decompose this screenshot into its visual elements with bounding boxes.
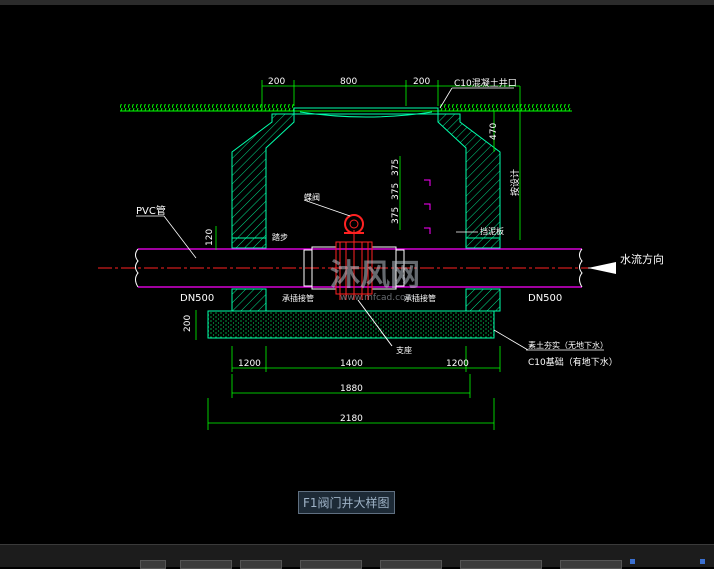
- manhole-cover: [293, 107, 439, 118]
- label-c10: C10基础（有地下水）: [528, 356, 618, 368]
- dim-200-left: 200: [183, 315, 193, 332]
- label-support: 支座: [396, 345, 412, 355]
- dim-top-mid: 800: [340, 77, 357, 87]
- drawing-title: F1阀门井大样图: [298, 491, 395, 514]
- well-wall-left: [231, 113, 295, 249]
- status-button-2[interactable]: [180, 560, 232, 569]
- flow-arrow: [588, 262, 616, 274]
- dim-top-right: 200: [413, 77, 430, 87]
- watermark-url: www.mfcad.com: [340, 293, 414, 303]
- label-valve: 蝶阀: [304, 192, 320, 202]
- dim-375-a: 375: [391, 159, 401, 176]
- step-irons: [424, 179, 431, 234]
- status-indicator-2[interactable]: [700, 559, 705, 564]
- foundation-slab: [207, 310, 495, 339]
- dim-top-left: 200: [268, 77, 285, 87]
- dim-375-c: 375: [391, 207, 401, 224]
- label-dn-left: DN500: [180, 293, 214, 304]
- status-button-6[interactable]: [460, 560, 542, 569]
- well-wall-bottom-left: [231, 288, 267, 312]
- label-seal: 挡泥板: [480, 226, 504, 236]
- dim-2180: 2180: [340, 414, 363, 424]
- well-wall-bottom-right: [465, 288, 501, 312]
- status-button-7[interactable]: [560, 560, 622, 569]
- watermark-logo: 沐风网: [330, 258, 420, 293]
- label-flow: 水流方向: [620, 252, 664, 266]
- status-button-4[interactable]: [300, 560, 362, 569]
- label-joint-left: 承插接管: [282, 293, 314, 303]
- label-sand: 素土夯实（无地下水）: [528, 340, 608, 350]
- dim-375-b: 375: [391, 183, 401, 200]
- dim-bottom-right: 1200: [446, 359, 469, 369]
- status-indicator-1[interactable]: [630, 559, 635, 564]
- status-button-1[interactable]: [140, 560, 166, 569]
- label-dn-right: DN500: [528, 293, 562, 304]
- status-bar: [0, 544, 714, 569]
- dim-1880: 1880: [340, 384, 363, 394]
- cad-drawing-canvas[interactable]: 200 800 200 C10混凝土井口 470 按设计 375 375 375…: [0, 5, 714, 541]
- status-button-5[interactable]: [380, 560, 442, 569]
- status-button-3[interactable]: [240, 560, 282, 569]
- dim-120: 120: [205, 229, 215, 246]
- label-step: 踏步: [272, 232, 288, 242]
- dim-depth-note: 按设计: [509, 169, 521, 196]
- label-pvc: PVC管: [136, 204, 166, 217]
- cover-note: C10混凝土井口: [454, 77, 517, 89]
- dim-bottom-left: 1200: [238, 359, 261, 369]
- watermark: 沐风网 www.mfcad.com: [330, 258, 420, 303]
- dim-470: 470: [489, 123, 499, 140]
- dim-bottom-mid: 1400: [340, 359, 363, 369]
